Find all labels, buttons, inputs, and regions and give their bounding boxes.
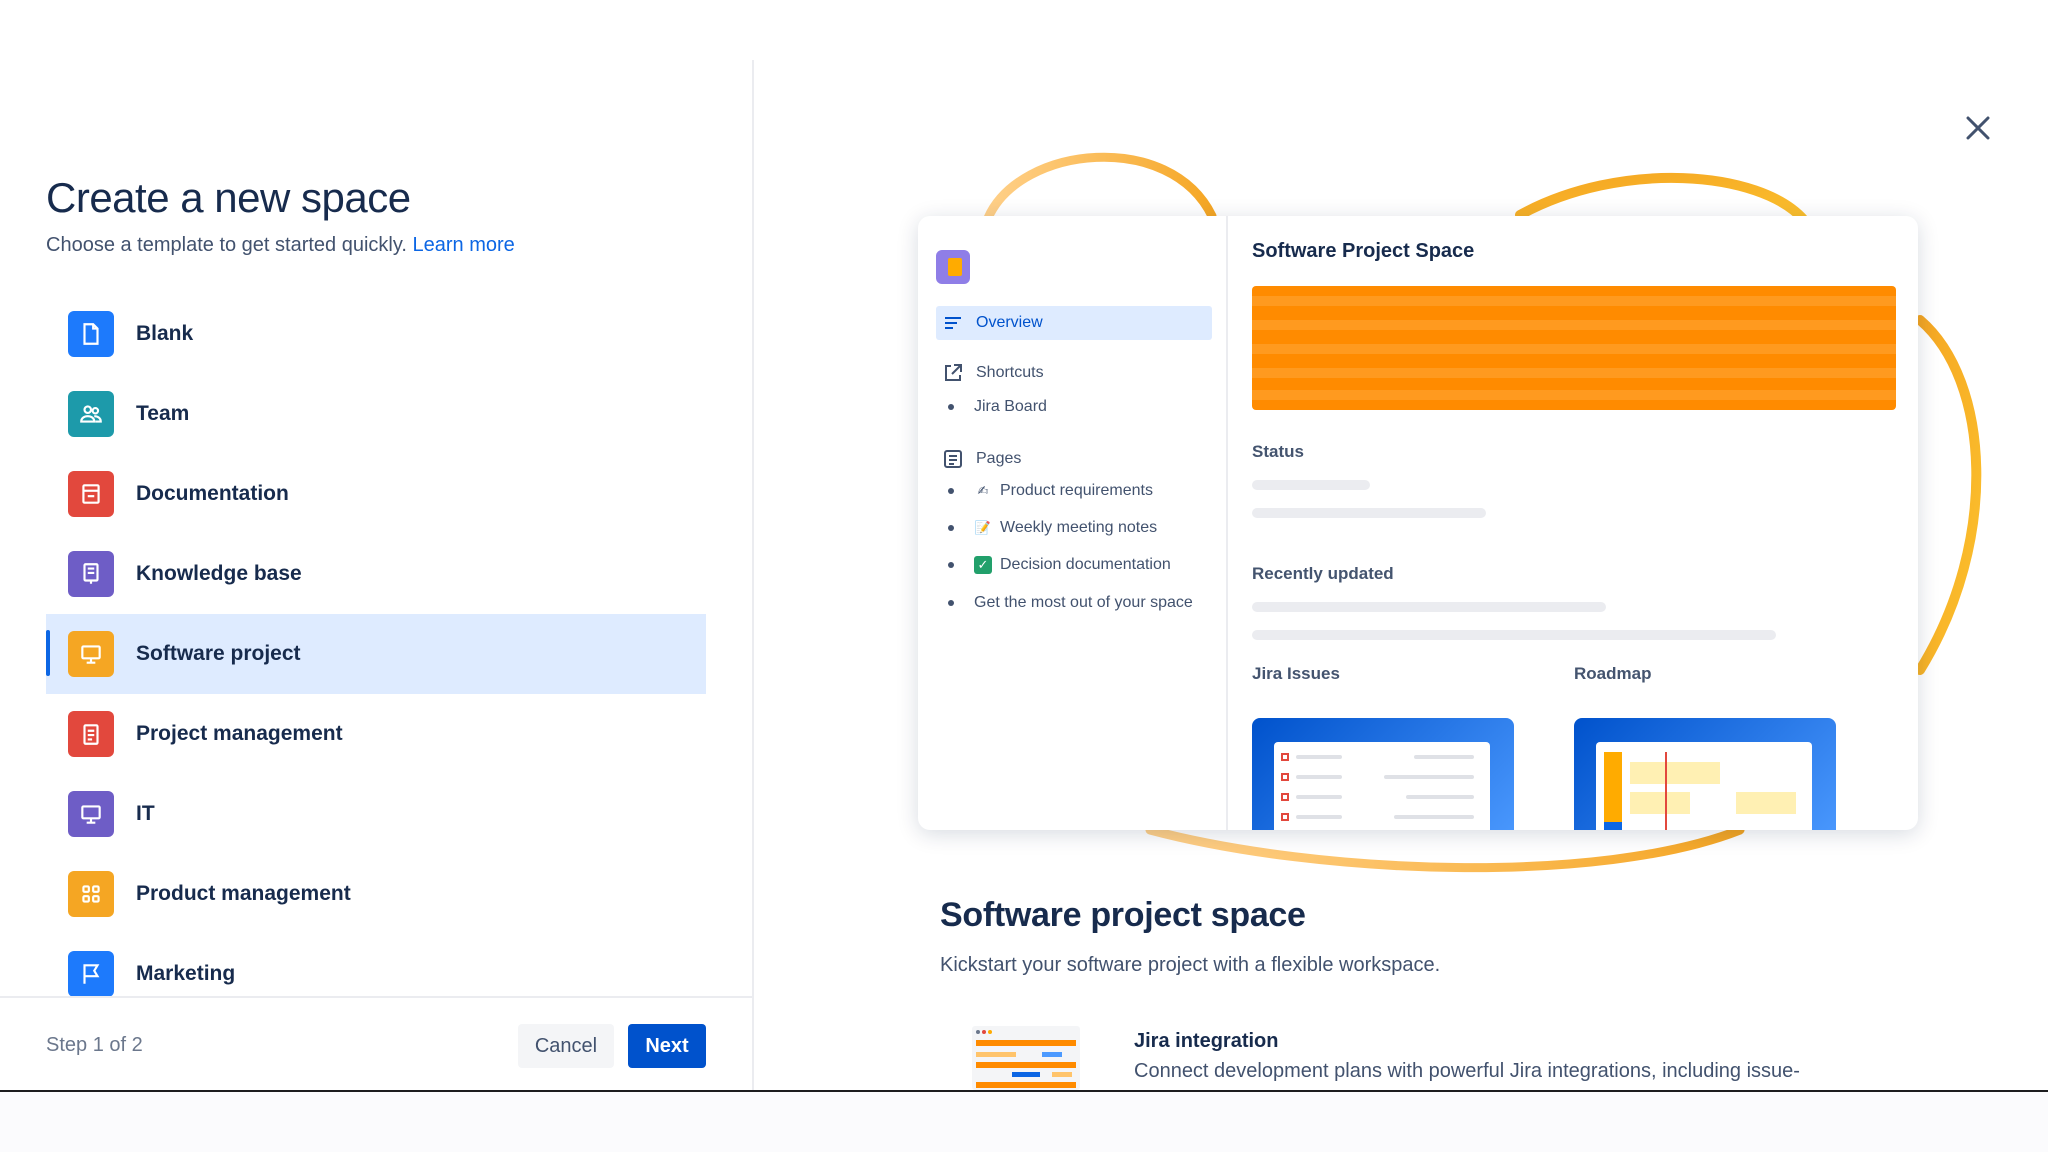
subtitle-text: Choose a template to get started quickly… — [46, 234, 407, 256]
checkmark-icon: ✓ — [974, 556, 992, 574]
flag-icon — [68, 951, 114, 997]
monitor-icon — [68, 631, 114, 677]
lines-icon — [945, 317, 961, 329]
nav-label: Shortcuts — [976, 364, 1044, 381]
people-icon — [68, 391, 114, 437]
external-link-icon — [945, 364, 962, 381]
preview-sidebar: Overview Shortcuts Jira Board Pages ✍ Pr… — [918, 216, 1228, 830]
preview-nav-pages: Pages — [936, 444, 1212, 474]
learn-more-link[interactable]: Learn more — [413, 234, 515, 256]
template-picker-panel: Create a new space Choose a template to … — [0, 0, 752, 1090]
template-label: Documentation — [136, 482, 289, 505]
create-space-dialog: Create a new space Choose a template to … — [0, 0, 2048, 1090]
roadmap-illustration — [1604, 752, 1796, 830]
template-description-title: Software project space — [940, 896, 1306, 934]
preview-content: Software Project Space Status Recently u… — [1230, 216, 1918, 830]
template-list: Blank Team Documentation Knowledge base — [46, 294, 706, 1014]
page-list-icon — [944, 450, 962, 468]
background-area — [0, 1090, 2048, 1152]
pencil-emoji-icon: ✍ — [977, 483, 989, 498]
preview-nav-shortcuts: Shortcuts — [936, 358, 1212, 388]
preview-roadmap-heading: Roadmap — [1574, 664, 1652, 683]
template-blank[interactable]: Blank — [46, 294, 706, 374]
template-documentation[interactable]: Documentation — [46, 454, 706, 534]
template-software-project[interactable]: Software project — [46, 614, 706, 694]
template-label: IT — [136, 802, 155, 825]
memo-emoji-icon: 📝 — [974, 520, 992, 535]
clipboard-icon — [68, 711, 114, 757]
preview-jira-issues-heading: Jira Issues — [1252, 664, 1340, 683]
dialog-subtitle: Choose a template to get started quickly… — [46, 234, 515, 257]
template-team[interactable]: Team — [46, 374, 706, 454]
step-indicator: Step 1 of 2 — [46, 1034, 143, 1056]
preview-status-heading: Status — [1252, 442, 1304, 461]
preview-page-item: ✍ Product requirements — [948, 482, 1153, 500]
issue-list-illustration — [1281, 753, 1474, 821]
preview-nav-overview: Overview — [936, 306, 1212, 340]
preview-item-jira-board: Jira Board — [948, 398, 1047, 416]
book-icon — [68, 551, 114, 597]
cancel-button[interactable]: Cancel — [518, 1024, 614, 1068]
space-logo-icon — [936, 250, 970, 284]
template-project-management[interactable]: Project management — [46, 694, 706, 774]
template-it[interactable]: IT — [46, 774, 706, 854]
skeleton-line — [1252, 480, 1370, 490]
page-icon — [68, 311, 114, 357]
template-label: Project management — [136, 722, 343, 745]
preview-page-item: ✓ Decision documentation — [948, 556, 1171, 574]
preview-recently-updated-heading: Recently updated — [1252, 564, 1394, 583]
skeleton-line — [1252, 508, 1486, 518]
next-button[interactable]: Next — [628, 1024, 706, 1068]
preview-page-item: Get the most out of your space — [948, 594, 1193, 612]
dialog-title: Create a new space — [46, 174, 411, 221]
desktop-icon — [68, 791, 114, 837]
jira-issues-card — [1252, 718, 1514, 830]
skeleton-line — [1252, 630, 1776, 640]
roadmap-card — [1574, 718, 1836, 830]
template-description-subtitle: Kickstart your software project with a f… — [940, 954, 1441, 976]
archive-icon — [68, 471, 114, 517]
template-label: Blank — [136, 322, 194, 345]
nav-label: Overview — [976, 314, 1043, 331]
template-label: Team — [136, 402, 190, 425]
preview-banner — [1252, 286, 1896, 410]
dialog-footer: Step 1 of 2 Cancel Next — [0, 996, 752, 1090]
template-label: Knowledge base — [136, 562, 302, 585]
jira-integration-thumbnail — [972, 1026, 1080, 1090]
nav-label: Jira Board — [974, 398, 1047, 415]
feature-title: Jira integration — [1134, 1030, 1279, 1052]
preview-space-title: Software Project Space — [1252, 240, 1475, 262]
feature-description: Connect development plans with powerful … — [1134, 1060, 1800, 1082]
template-product-management[interactable]: Product management — [46, 854, 706, 934]
grid-icon — [68, 871, 114, 917]
template-label: Product management — [136, 882, 351, 905]
template-preview: Overview Shortcuts Jira Board Pages ✍ Pr… — [918, 216, 1918, 830]
skeleton-line — [1252, 602, 1606, 612]
panel-divider — [752, 60, 754, 1090]
template-label: Marketing — [136, 962, 236, 985]
preview-page-item: 📝 Weekly meeting notes — [948, 519, 1157, 537]
template-knowledge-base[interactable]: Knowledge base — [46, 534, 706, 614]
template-label: Software project — [136, 642, 301, 665]
nav-label: Pages — [976, 450, 1022, 467]
